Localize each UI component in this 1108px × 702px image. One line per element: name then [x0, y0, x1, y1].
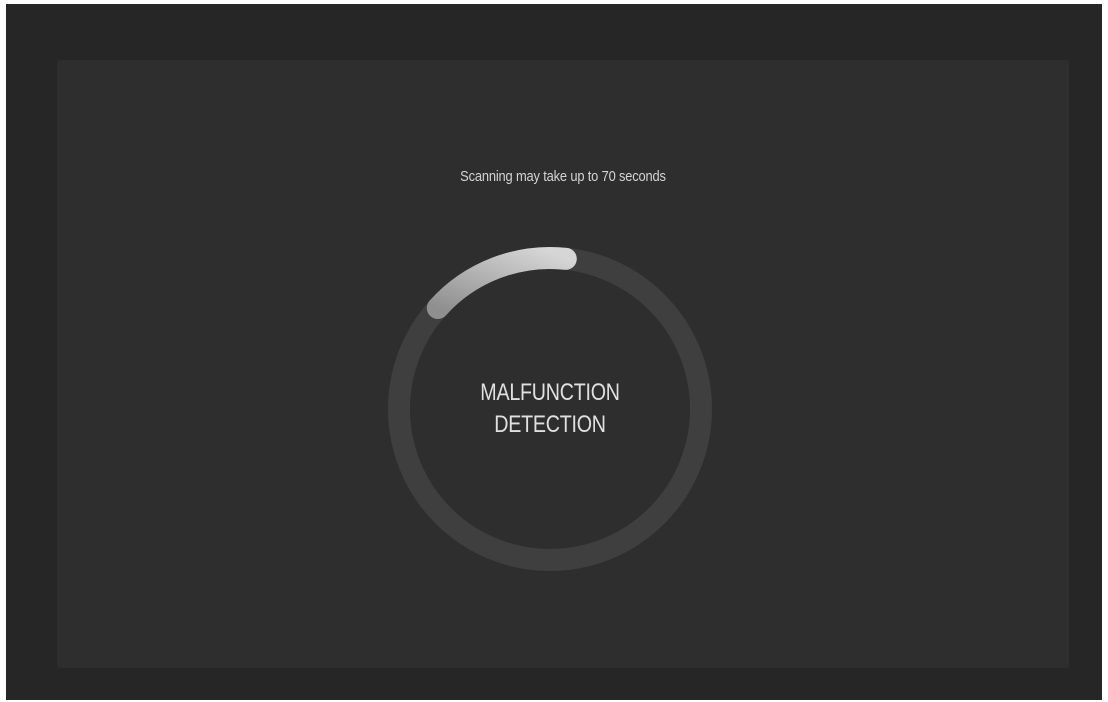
scan-title-line-2: DETECTION	[494, 411, 606, 438]
scan-panel: Scanning may take up to 70 seconds MALFU…	[57, 60, 1069, 668]
scan-title-line-1: MALFUNCTION	[480, 379, 620, 406]
scan-duration-hint: Scanning may take up to 70 seconds	[460, 168, 666, 185]
app-screen: Scanning may take up to 70 seconds MALFU…	[6, 4, 1102, 700]
scan-title: MALFUNCTION DETECTION	[385, 244, 715, 574]
